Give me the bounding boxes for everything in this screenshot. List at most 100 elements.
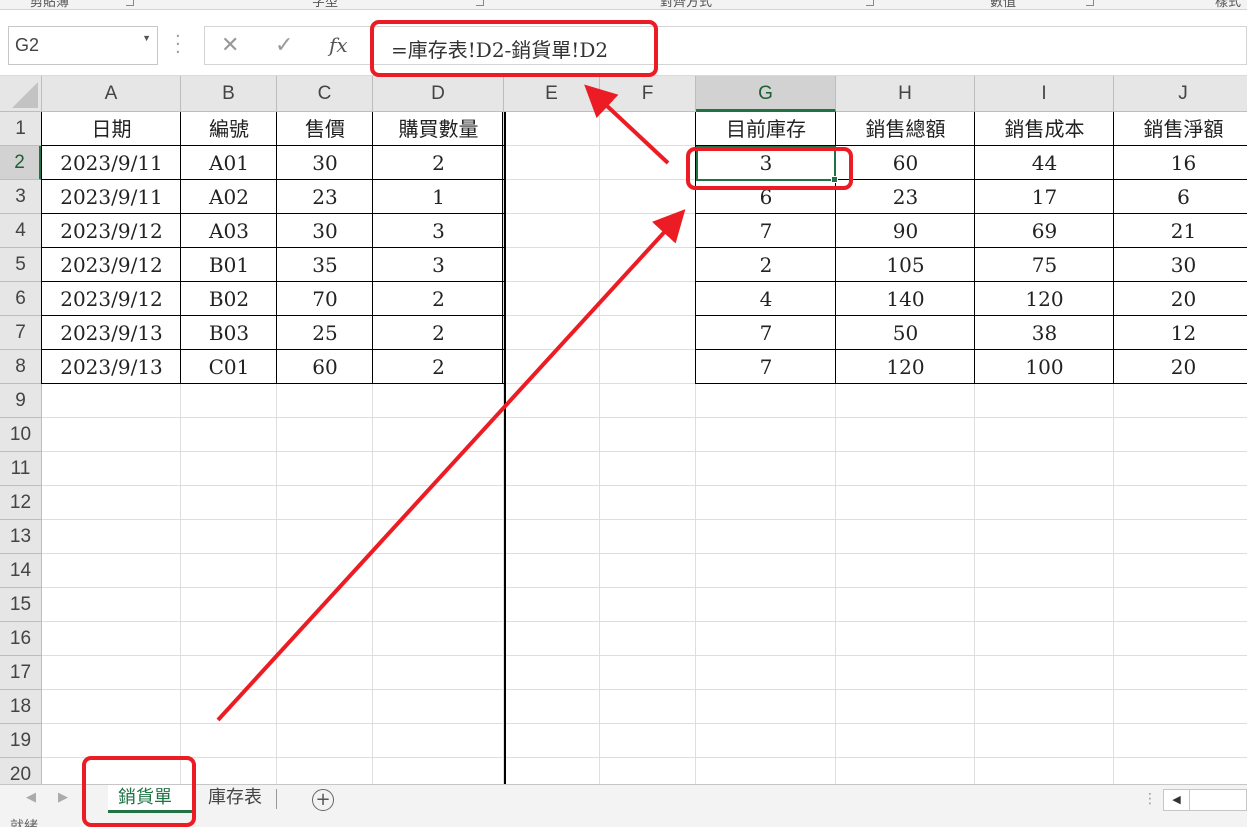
row-header-10[interactable]: 10 [0,418,42,452]
name-box[interactable]: G2 ▼ [8,26,158,65]
table-cell[interactable]: 4 [696,282,836,316]
table-cell[interactable]: 21 [1114,214,1247,248]
ribbon-group-styles[interactable]: 樣式 [1215,0,1241,9]
table-cell[interactable]: 2023/9/12 [42,282,181,316]
table-cell[interactable]: 105 [836,248,975,282]
table-cell[interactable]: 23 [836,180,975,214]
scroll-left-icon[interactable]: ◀ [1164,790,1190,810]
row-header-12[interactable]: 12 [0,486,42,520]
table-cell[interactable]: 2 [696,248,836,282]
table-cell[interactable]: B01 [181,248,277,282]
table-cell[interactable]: 12 [1114,316,1247,350]
table-cell[interactable]: 2023/9/12 [42,214,181,248]
table-cell[interactable]: 120 [836,350,975,384]
table-cell[interactable]: 30 [277,146,373,180]
table-header-cell[interactable]: 售價 [277,112,373,146]
row-header-20[interactable]: 20 [0,758,42,784]
row-header-3[interactable]: 3 [0,180,42,214]
table-cell[interactable]: 35 [277,248,373,282]
column-header-a[interactable]: A [42,76,181,112]
column-header-e[interactable]: E [504,76,600,112]
formula-input[interactable]: =庫存表!D2-銷貨單!D2 [372,26,1247,65]
more-vertical-icon[interactable]: · · · [175,28,181,62]
ribbon-group-alignment[interactable]: 對齊方式 [660,0,712,9]
row-header-13[interactable]: 13 [0,520,42,554]
row-header-14[interactable]: 14 [0,554,42,588]
table-cell[interactable]: B02 [181,282,277,316]
table-header-cell[interactable]: 銷售成本 [975,112,1114,146]
ribbon-group-font[interactable]: 字型 [312,0,338,9]
table-cell[interactable]: 50 [836,316,975,350]
row-header-1[interactable]: 1 [0,112,42,146]
cancel-icon[interactable]: ✕ [221,33,239,58]
table-cell[interactable]: 44 [975,146,1114,180]
table-cell[interactable]: B03 [181,316,277,350]
table-cell[interactable]: 2 [373,282,504,316]
table-header-cell[interactable]: 編號 [181,112,277,146]
table-header-cell[interactable]: 銷售淨額 [1114,112,1247,146]
table-cell[interactable]: 7 [696,350,836,384]
sheet-tab-sales[interactable]: 銷貨單 [108,785,196,813]
ribbon-group-clipboard[interactable]: 剪貼簿 [30,0,69,9]
row-header-17[interactable]: 17 [0,656,42,690]
table-header-cell[interactable]: 日期 [42,112,181,146]
table-header-cell[interactable]: 購買數量 [373,112,504,146]
column-header-i[interactable]: I [975,76,1114,112]
freeze-pane-divider[interactable] [504,112,506,784]
select-all-button[interactable] [0,76,42,112]
row-header-6[interactable]: 6 [0,282,42,316]
table-cell[interactable]: 2023/9/11 [42,146,181,180]
table-cell[interactable]: 69 [975,214,1114,248]
table-cell[interactable]: 60 [836,146,975,180]
table-cell[interactable]: 2 [373,146,504,180]
number-launcher-icon[interactable] [1086,0,1094,6]
column-header-h[interactable]: H [836,76,975,112]
add-sheet-icon[interactable]: + [312,789,334,811]
horizontal-scrollbar[interactable]: ◀ [1163,789,1247,811]
fill-handle[interactable] [831,176,838,183]
table-cell[interactable]: 6 [1114,180,1247,214]
worksheet-grid[interactable]: A B C D E F G H I J 1 2 3 4 5 6 7 8 9 10 11 12 13 14 15 16 17 18 19 2… [0,76,1247,784]
table-cell[interactable]: 3 [373,214,504,248]
table-cell[interactable]: 2023/9/11 [42,180,181,214]
table-cell[interactable]: A03 [181,214,277,248]
table-cell[interactable]: 16 [1114,146,1247,180]
sheet-tab-inventory[interactable]: 庫存表 [198,785,272,813]
row-header-5[interactable]: 5 [0,248,42,282]
table-cell[interactable]: 2023/9/13 [42,350,181,384]
row-header-16[interactable]: 16 [0,622,42,656]
enter-icon[interactable]: ✓ [275,33,293,58]
chevron-down-icon[interactable]: ▼ [142,33,151,43]
table-cell[interactable]: 120 [975,282,1114,316]
more-vertical-icon[interactable]: ⋮ [1143,791,1157,807]
table-cell[interactable]: 7 [696,316,836,350]
table-cell[interactable]: 30 [1114,248,1247,282]
table-cell[interactable]: C01 [181,350,277,384]
row-header-2[interactable]: 2 [0,146,42,180]
row-header-4[interactable]: 4 [0,214,42,248]
table-header-cell[interactable]: 銷售總額 [836,112,975,146]
row-header-19[interactable]: 19 [0,724,42,758]
table-cell[interactable]: 140 [836,282,975,316]
table-cell[interactable]: 20 [1114,282,1247,316]
table-cell[interactable]: 7 [696,214,836,248]
table-cell[interactable]: A01 [181,146,277,180]
table-cell[interactable]: 2023/9/13 [42,316,181,350]
row-header-8[interactable]: 8 [0,350,42,384]
active-cell-selection[interactable] [696,146,836,181]
table-cell[interactable]: 3 [373,248,504,282]
column-header-g[interactable]: G [696,76,836,112]
column-header-b[interactable]: B [181,76,277,112]
table-cell[interactable]: 60 [277,350,373,384]
table-cell[interactable]: A02 [181,180,277,214]
table-cell[interactable]: 23 [277,180,373,214]
column-header-j[interactable]: J [1114,76,1247,112]
table-cell[interactable]: 2023/9/12 [42,248,181,282]
table-header-cell[interactable]: 目前庫存 [696,112,836,146]
table-cell[interactable]: 75 [975,248,1114,282]
table-cell[interactable]: 20 [1114,350,1247,384]
table-cell[interactable]: 25 [277,316,373,350]
table-cell[interactable]: 6 [696,180,836,214]
table-cell[interactable]: 30 [277,214,373,248]
row-header-11[interactable]: 11 [0,452,42,486]
